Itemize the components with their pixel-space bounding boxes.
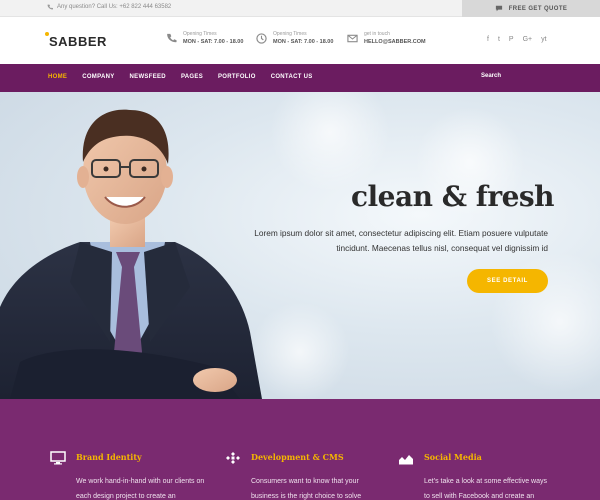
- nav-home[interactable]: HOME: [48, 74, 67, 80]
- chat-icon: [495, 5, 502, 12]
- main-nav: HOME COMPANY NEWSFEED PAGES PORTFOLIO CO…: [0, 64, 600, 92]
- info-value: MON - SAT: 7.00 - 18.00: [273, 39, 334, 45]
- logo-text: SABBER: [49, 34, 107, 49]
- info-value: MON - SAT: 7.00 - 18.00: [183, 39, 244, 45]
- see-detail-button[interactable]: SEE DETAIL: [467, 269, 548, 293]
- hero-slider: clean & fresh Lorem ipsum dolor sit amet…: [0, 92, 600, 399]
- chart-icon: [399, 455, 413, 465]
- contact-question-text: Any question? Call Us: +62 822 444 63582: [57, 4, 172, 10]
- nav-portfolio[interactable]: PORTFOLIO: [218, 74, 256, 80]
- get-in-touch: get in touch HELLO@SABBER.COM: [347, 31, 426, 45]
- envelope-icon: [347, 34, 358, 42]
- social-links: f t P G+ yt: [487, 36, 547, 43]
- monitor-icon: [50, 451, 66, 465]
- youtube-icon[interactable]: yt: [541, 36, 546, 43]
- nav-contact-us[interactable]: CONTACT US: [271, 74, 313, 80]
- info-label: get in touch: [364, 31, 390, 37]
- free-quote-button[interactable]: FREE GET QUOTE: [462, 0, 600, 17]
- hero-title: clean & fresh: [351, 180, 555, 213]
- facebook-icon[interactable]: f: [487, 36, 489, 43]
- free-quote-label: FREE GET QUOTE: [508, 5, 568, 12]
- feature-text: Consumers want to know that your busines…: [251, 478, 362, 500]
- info-value[interactable]: HELLO@SABBER.COM: [364, 39, 426, 45]
- header: SABBER Opening Times MON - SAT: 7.00 - 1…: [0, 17, 600, 64]
- opening-times-1: Opening Times MON - SAT: 7.00 - 18.00: [166, 31, 243, 45]
- feature-title: Social Media: [424, 452, 482, 462]
- contact-question: Any question? Call Us: +62 822 444 63582: [47, 4, 171, 10]
- phone-icon: [167, 33, 177, 42]
- feature-title: Development & CMS: [251, 452, 344, 462]
- site-logo[interactable]: SABBER: [45, 32, 107, 49]
- joomla-icon: [226, 452, 240, 464]
- feature-text: Let's take a look at some effective ways…: [424, 478, 547, 500]
- features-section: Brand Identity We work hand-in-hand with…: [0, 399, 600, 500]
- logo-dot: [45, 32, 49, 36]
- info-label: Opening Times: [273, 31, 307, 37]
- twitter-icon[interactable]: t: [498, 36, 500, 43]
- top-bar: Any question? Call Us: +62 822 444 63582…: [0, 0, 600, 17]
- search-input[interactable]: Search: [481, 73, 501, 79]
- feature-title: Brand Identity: [76, 452, 142, 462]
- nav-company[interactable]: COMPANY: [82, 74, 114, 80]
- clock-icon: [256, 32, 267, 44]
- hero-description: Lorem ipsum dolor sit amet, consectetur …: [254, 228, 548, 253]
- google-plus-icon[interactable]: G+: [523, 36, 533, 43]
- info-label: Opening Times: [183, 31, 217, 37]
- nav-newsfeed[interactable]: NEWSFEED: [130, 74, 166, 80]
- feature-text: We work hand-in-hand with our clients on…: [76, 478, 205, 500]
- nav-pages[interactable]: PAGES: [181, 74, 203, 80]
- phone-icon: [47, 4, 53, 10]
- opening-times-2: Opening Times MON - SAT: 7.00 - 18.00: [256, 31, 333, 45]
- pinterest-icon[interactable]: P: [509, 36, 514, 43]
